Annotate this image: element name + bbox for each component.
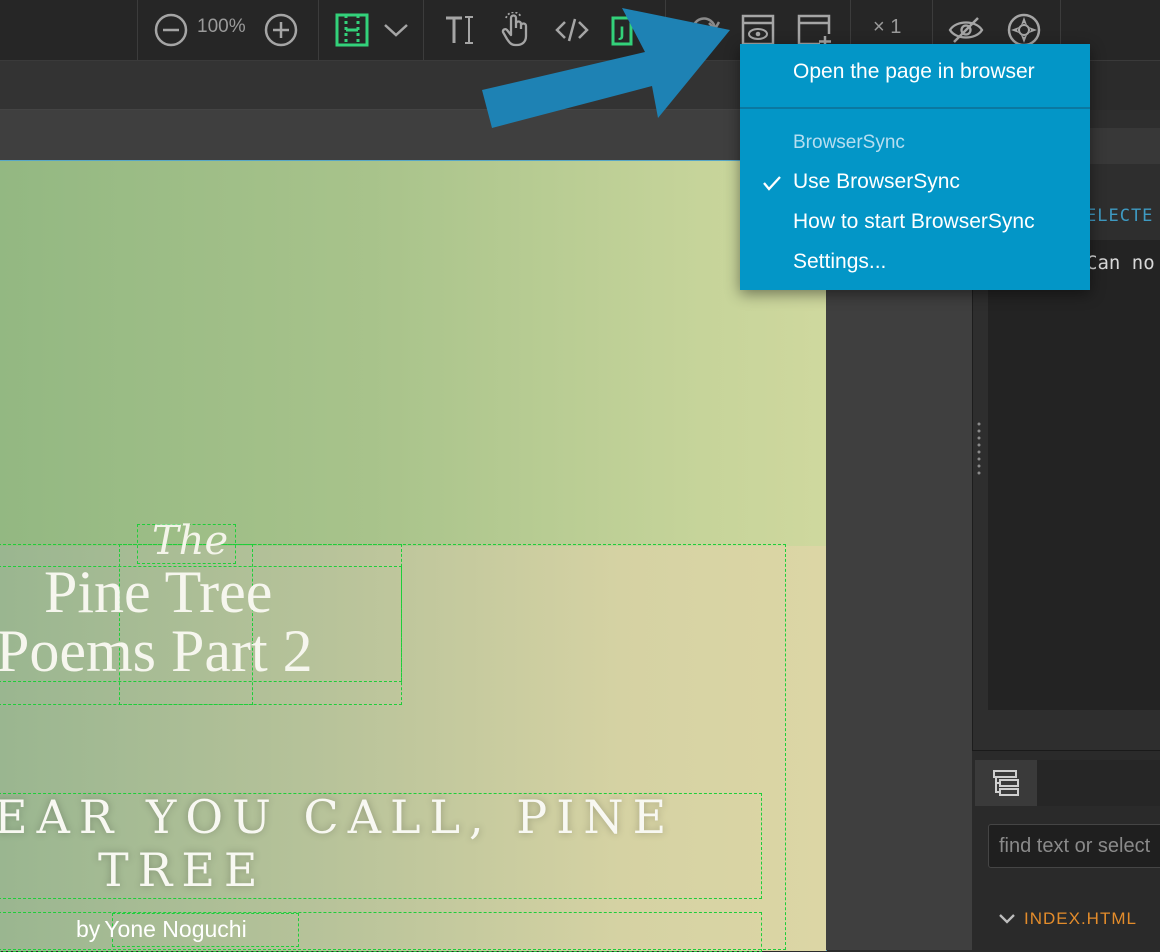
zoom-in-button[interactable] xyxy=(263,10,299,50)
eye-off-icon xyxy=(948,17,984,43)
zoom-in-icon xyxy=(264,13,298,47)
code-preview xyxy=(988,240,1160,710)
checkmark-icon xyxy=(763,176,781,191)
layout-grid-icon xyxy=(335,13,369,47)
panel-resize-handle[interactable] xyxy=(976,420,982,480)
tree-icon xyxy=(993,770,1019,796)
byline-prefix: by xyxy=(76,916,101,942)
menu-section-header: BrowserSync xyxy=(793,132,905,153)
toolbar-separator xyxy=(137,0,138,60)
layout-mode-button[interactable] xyxy=(334,10,370,50)
preview-dropdown-menu: Open the page in browser BrowserSync Use… xyxy=(740,44,1090,290)
title-line-2: Poems Part 2 xyxy=(0,618,313,684)
tab-strip xyxy=(1037,760,1160,806)
selected-element-label: ELECTE xyxy=(1086,206,1154,226)
menu-item-how-to-start[interactable]: How to start BrowserSync xyxy=(793,210,1035,234)
chevron-down-icon xyxy=(999,914,1015,924)
toolbar-separator xyxy=(423,0,424,60)
menu-separator xyxy=(740,107,1090,109)
tab-element-tree[interactable] xyxy=(975,760,1037,806)
poem-heading-line-2: TREE xyxy=(98,843,267,897)
compass-icon xyxy=(1007,13,1041,47)
tree-root-item[interactable]: INDEX.HTML xyxy=(998,906,1137,932)
add-window-icon xyxy=(797,14,831,47)
code-preview-message: Can no xyxy=(1086,252,1155,274)
menu-item-settings[interactable]: Settings... xyxy=(793,250,886,274)
inspector-header xyxy=(1090,128,1160,164)
poem-heading-line-1: EAR YOU CALL, PINE xyxy=(0,790,676,844)
find-element-input[interactable] xyxy=(988,824,1160,868)
byline-author: Yone Noguchi xyxy=(104,916,247,942)
chevron-down-icon xyxy=(384,24,408,37)
zoom-out-button[interactable] xyxy=(153,10,189,50)
annotation-arrow-icon xyxy=(482,8,730,128)
tree-root-label: INDEX.HTML xyxy=(1024,909,1137,928)
menu-item-use-browsersync[interactable]: Use BrowserSync xyxy=(793,170,960,194)
device-pixel-ratio[interactable]: × 1 xyxy=(873,16,901,39)
zoom-level[interactable]: 100% xyxy=(197,16,246,38)
layout-dropdown-button[interactable] xyxy=(378,10,414,50)
byline: by Yone Noguchi xyxy=(74,916,249,943)
toolbar-separator xyxy=(318,0,319,60)
zoom-out-icon xyxy=(154,13,188,47)
menu-item-open-in-browser[interactable]: Open the page in browser xyxy=(793,60,1035,84)
